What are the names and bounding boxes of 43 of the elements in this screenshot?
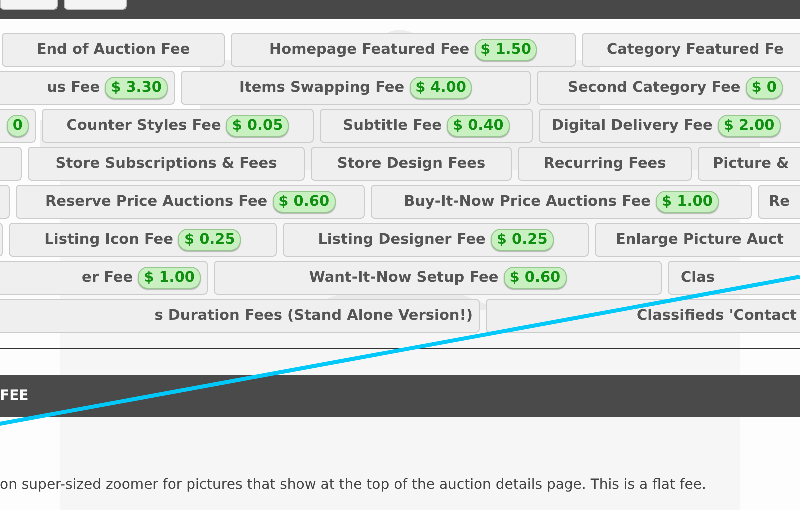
fee-button[interactable]: Counter Styles Fee $ 0.05 [42, 109, 314, 143]
fee-button[interactable]: Digital Delivery Fee $ 2.00 [539, 109, 800, 143]
price-badge: $ 1.00 [138, 267, 201, 289]
fee-button[interactable]: Items Swapping Fee $ 4.00 [181, 71, 531, 105]
price-badge: $ 0.05 [226, 115, 290, 137]
price-badge: $ 0.25 [490, 229, 554, 251]
price-badge: 0 [6, 115, 29, 137]
fee-button[interactable]: Recurring Fees [518, 147, 692, 181]
fee-button[interactable]: Classifieds 'Contact [486, 299, 800, 333]
fee-button[interactable]: s Duration Fees (Stand Alone Version!) [0, 299, 480, 333]
toolbar-button[interactable] [0, 0, 58, 10]
fee-button[interactable]: Subtitle Fee $ 0.40 [320, 109, 533, 143]
price-badge: $ 0.60 [504, 267, 567, 289]
section-title: FEE [0, 388, 29, 404]
price-badge: $ 1.00 [656, 191, 719, 213]
price-badge: $ 0.60 [272, 191, 336, 213]
fee-description: on super-sized zoomer for pictures that show at the top of the auction details page. This is a flat fee. [0, 477, 708, 493]
fee-button[interactable]: Want-It-Now Setup Fee $ 0.60 [214, 261, 662, 295]
price-badge: $ 2.00 [718, 115, 781, 137]
price-badge: $ 0 [746, 77, 783, 99]
fee-button[interactable]: Listing Designer Fee $ 0.25 [283, 223, 589, 257]
price-badge: $ 0.25 [178, 229, 242, 251]
fee-button[interactable]: Re [758, 185, 800, 219]
price-badge: $ 0.40 [446, 115, 510, 137]
price-badge: $ 4.00 [410, 77, 472, 99]
fee-button[interactable]: Listing Icon Fee $ 0.25 [9, 223, 277, 257]
fee-button[interactable]: Clas [668, 261, 800, 295]
fee-button[interactable]: Category Featured Fe [582, 33, 800, 67]
fee-button[interactable]: Enlarge Picture Auct [595, 223, 800, 257]
toolbar-button[interactable] [64, 0, 127, 10]
fee-button[interactable]: er Fee $ 1.00 [0, 261, 208, 295]
fee-button[interactable]: Store Subscriptions & Fees [28, 147, 305, 181]
fee-button[interactable]: Store Design Fees [311, 147, 512, 181]
fee-button[interactable]: Reserve Price Auctions Fee $ 0.60 [16, 185, 365, 219]
price-badge: $ 1.50 [474, 39, 538, 61]
fee-button[interactable]: 0 [0, 109, 36, 143]
fee-button[interactable]: Picture & [698, 147, 800, 181]
fee-button[interactable]: us Fee $ 3.30 [0, 71, 175, 105]
fee-button[interactable]: Second Category Fee $ 0 [537, 71, 800, 105]
price-badge: $ 3.30 [105, 77, 168, 99]
fee-button[interactable]: End of Auction Fee [2, 33, 225, 67]
fee-button[interactable]: Buy-It-Now Price Auctions Fee $ 1.00 [371, 185, 752, 219]
fee-button[interactable]: Homepage Featured Fee $ 1.50 [231, 33, 576, 67]
